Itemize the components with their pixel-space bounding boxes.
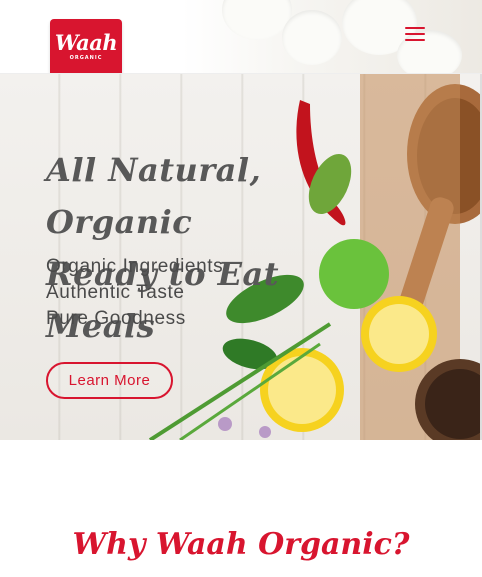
feature-item: Organic Ingredients [46,256,224,277]
egg-image [282,10,342,65]
section-title: Why Waah Organic? [72,527,410,562]
chive-flower-image [259,426,271,438]
learn-more-button[interactable]: Learn More [46,362,173,399]
brand-logo[interactable]: Waah ORGANIC [50,19,122,73]
hero-banner: All Natural, Organic Ready to Eat Meals … [0,74,482,440]
feature-item: Authentic Taste [46,282,185,303]
headline-line: All Natural, Organic [46,151,262,241]
menu-bar [405,27,425,29]
logo-subtext: ORGANIC [69,54,103,61]
header-background-photo [182,0,482,73]
site-header: Waah ORGANIC [0,0,482,74]
menu-bar [405,33,425,35]
hamburger-menu-icon[interactable] [405,24,429,44]
menu-bar [405,39,425,41]
hero-feature-list: Organic Ingredients Authentic Taste Pure… [46,254,223,332]
logo-wordmark: Waah [54,29,118,55]
chive-flower-image [218,417,232,431]
feature-item: Pure Goodness [46,308,186,329]
